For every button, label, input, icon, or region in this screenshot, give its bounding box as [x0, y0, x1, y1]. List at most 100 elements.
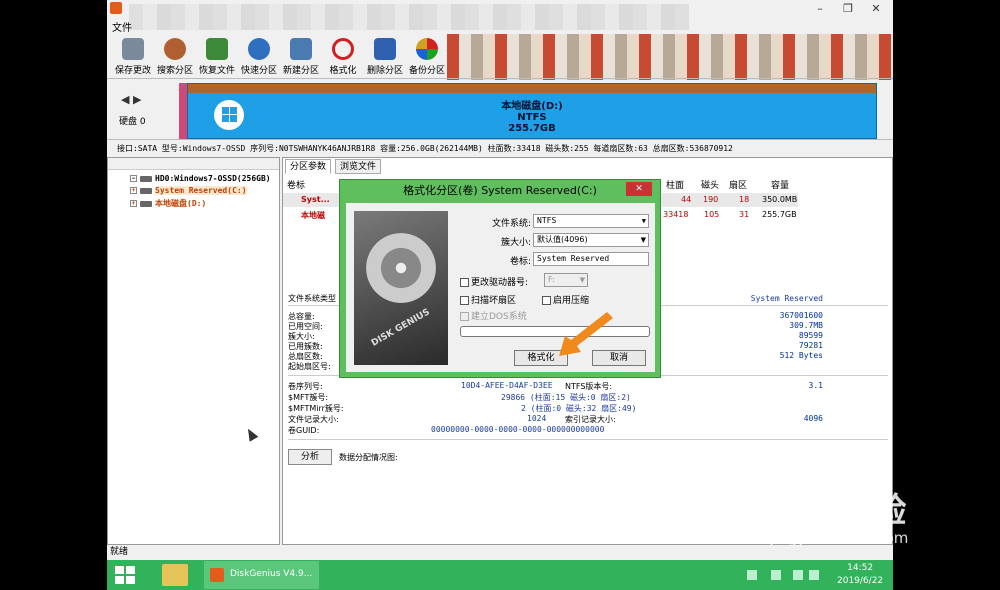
- volume-input[interactable]: System Reserved: [533, 252, 649, 266]
- change-drive-checkbox[interactable]: 更改驱动器号:: [460, 275, 528, 288]
- drive-letter-select[interactable]: F: ▼: [544, 273, 588, 287]
- minimize-button[interactable]: –: [807, 0, 833, 17]
- save-icon: [122, 38, 144, 60]
- disk-tree: − HD0:Windows7-OSSD(256GB) + System Reserv…: [107, 157, 280, 545]
- toolbar-recover-file-button[interactable]: 恢复文件: [197, 38, 237, 76]
- disk-nav-arrows[interactable]: ◀ ▶: [121, 93, 141, 106]
- title-bar: – ❐ ✕: [107, 0, 893, 30]
- partition-fs: NTFS: [517, 112, 547, 123]
- divider: [288, 439, 888, 440]
- toolbar-label: 删除分区: [366, 66, 403, 76]
- chevron-down-icon: ▼: [579, 276, 585, 284]
- quick-partition-icon: [248, 38, 270, 60]
- image-brand-text: DISK GENIUS: [369, 307, 432, 349]
- toolbar-search-partition-button[interactable]: 搜索分区: [155, 38, 195, 76]
- local-disk-partition-block[interactable]: 本地磁盘(D:) NTFS 255.7GB: [187, 83, 877, 139]
- tab-browse-files[interactable]: 浏览文件: [335, 159, 382, 174]
- file-explorer-icon[interactable]: [162, 564, 188, 586]
- ntfs-version-label: NTFS版本号:: [565, 382, 613, 391]
- status-bar: 就绪: [107, 545, 893, 560]
- partition-name: 本地磁盘(D:): [501, 101, 563, 112]
- build-dos-checkbox[interactable]: 建立DOS系统: [460, 309, 527, 322]
- taskbar-diskgenius-button[interactable]: DiskGenius V4.9...: [204, 561, 319, 589]
- baidu-watermark: Bai 经验 jingyan.baidu.com: [766, 483, 908, 547]
- index-record-value: 4096: [803, 414, 823, 423]
- toolbar-delete-partition-button[interactable]: 删除分区: [365, 38, 405, 76]
- dialog-close-button[interactable]: ✕: [626, 182, 652, 196]
- collapse-icon[interactable]: −: [130, 175, 137, 182]
- info-value-cluster: 89599: [798, 331, 823, 340]
- allocation-map-label: 数据分配情况图:: [339, 453, 398, 462]
- info-value-used: 309.7MB: [789, 321, 823, 330]
- scan-bad-sectors-checkbox[interactable]: 扫描坏扇区: [460, 293, 516, 306]
- build-dos-label: 建立DOS系统: [471, 312, 527, 322]
- tab-partition-params[interactable]: 分区参数: [285, 159, 332, 174]
- row-head: 105: [704, 210, 720, 219]
- close-button[interactable]: ✕: [863, 0, 889, 17]
- toolbar-new-partition-button[interactable]: 新建分区: [281, 38, 321, 76]
- expand-icon[interactable]: +: [130, 187, 137, 194]
- checkbox-box: [460, 312, 469, 321]
- dialog-title: 格式化分区(卷) System Reserved(C:): [403, 184, 597, 197]
- file-record-label: 文件记录大小:: [288, 415, 339, 424]
- tree-partition-d[interactable]: + 本地磁盘(D:): [130, 198, 206, 209]
- tree-partition-d-label: 本地磁盘(D:): [155, 199, 207, 208]
- start-button[interactable]: [115, 566, 135, 584]
- enable-compression-checkbox[interactable]: 启用压缩: [542, 293, 589, 306]
- expand-icon[interactable]: +: [130, 200, 137, 207]
- col-cylinder[interactable]: 柱面: [666, 178, 684, 191]
- system-reserved-partition-block[interactable]: [179, 83, 187, 139]
- row-volume: Syst...: [301, 195, 330, 204]
- maximize-button[interactable]: ❐: [835, 0, 861, 17]
- partition-size: 255.7GB: [508, 123, 556, 134]
- partition-icon: [140, 200, 152, 207]
- mftmirr-label: $MFTMirr簇号:: [288, 404, 344, 413]
- change-drive-label: 更改驱动器号:: [471, 278, 529, 288]
- row-head: 190: [703, 195, 719, 204]
- diskgenius-icon: [210, 568, 224, 582]
- recover-file-icon: [206, 38, 228, 60]
- disk-info-line: 接口:SATA 型号:Windows7-OSSD 序列号:N0TSWHANYK4…: [117, 144, 733, 153]
- toolbar: 保存更改 搜索分区 恢复文件 快速分区 新建分区 格式化 删除分区 备份分区: [107, 34, 893, 80]
- partition-icon: [140, 187, 152, 194]
- analyze-button[interactable]: 分析: [288, 449, 332, 465]
- chevron-down-icon: ▼: [641, 217, 646, 225]
- menu-file[interactable]: 文件: [112, 19, 132, 34]
- col-sector[interactable]: 扇区: [729, 178, 747, 191]
- guid-value: 00000000-0000-0000-0000-000000000000: [431, 425, 605, 434]
- taskbar-app-label: DiskGenius V4.9...: [230, 569, 313, 579]
- taskbar-clock[interactable]: 14:52 2019/6/22: [837, 562, 883, 588]
- checkbox-box: [460, 296, 469, 305]
- checkbox-box: [542, 296, 551, 305]
- toolbar-backup-partition-button[interactable]: 备份分区: [407, 38, 447, 76]
- toolbar-save-button[interactable]: 保存更改: [113, 38, 153, 76]
- toolbar-quick-partition-button[interactable]: 快速分区: [239, 38, 279, 76]
- cluster-label: 簇大小:: [500, 238, 531, 248]
- fs-label: 文件系统:: [491, 219, 531, 229]
- cluster-select[interactable]: 默认值(4096) ▼: [533, 233, 649, 247]
- fs-select[interactable]: NTFS ▼: [533, 214, 649, 228]
- toolbar-label: 搜索分区: [156, 66, 193, 76]
- info-label-start-sector: 起始扇区号:: [288, 362, 331, 371]
- col-capacity[interactable]: 容量: [771, 178, 789, 191]
- hard-disk-image: DISK GENIUS: [354, 211, 448, 365]
- tree-disk-label: HD0:Windows7-OSSD(256GB): [155, 174, 271, 183]
- tray-color-icon[interactable]: [771, 570, 781, 580]
- orange-arrow-annotation: [559, 312, 613, 356]
- tray-flag-icon[interactable]: [747, 570, 757, 580]
- tree-disk-node[interactable]: − HD0:Windows7-OSSD(256GB): [130, 174, 271, 183]
- toolbar-format-button[interactable]: 格式化: [323, 38, 363, 76]
- row-cylinder: 44: [681, 195, 692, 204]
- tray-battery-icon[interactable]: [793, 570, 803, 580]
- info-value-used-clusters: 79281: [798, 341, 823, 350]
- col-head[interactable]: 磁头: [701, 178, 719, 191]
- disk-map: ◀ ▶ 硬盘 0 本地磁盘(D:) NTFS 255.7GB: [107, 78, 893, 140]
- search-partition-icon: [164, 38, 186, 60]
- toolbar-label: 恢复文件: [198, 66, 235, 76]
- watermark-logo: Bai 经验: [766, 491, 907, 531]
- volume-label: 卷标:: [509, 257, 531, 267]
- mftmirr-value: 2 (柱面:0 磁头:32 扇区:49): [521, 404, 637, 413]
- tray-network-icon[interactable]: [809, 570, 819, 580]
- col-volume[interactable]: 卷标: [287, 178, 305, 191]
- tree-partition-c[interactable]: + System Reserved(C:): [130, 186, 247, 195]
